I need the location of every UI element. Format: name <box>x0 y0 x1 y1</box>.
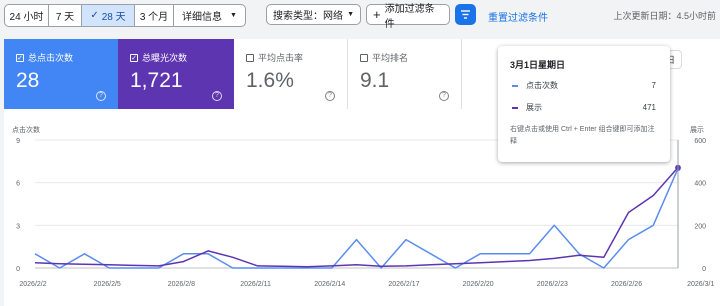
y-tick-right: 400 <box>694 181 706 188</box>
card-value: 1.6% <box>246 69 294 92</box>
chart-tooltip: 3月1日星期日 点击次数 7 展示 471 右键点击或使用 Ctrl + Ent… <box>498 46 670 162</box>
clicks-swatch <box>512 84 518 87</box>
y-axis-label-left: 点击次数 <box>12 125 40 134</box>
x-tick-label: 2026/2/26 <box>611 281 642 288</box>
x-tick-label: 2026/3/1 <box>687 281 714 288</box>
add-filter-button[interactable]: + 添加过滤条件 <box>366 4 450 30</box>
y-tick-left: 3 <box>16 223 20 230</box>
help-icon[interactable]: ? <box>212 91 222 101</box>
y-tick-left: 0 <box>16 266 20 273</box>
tooltip-row-impressions: 展示 471 <box>512 102 656 113</box>
checkbox-icon[interactable] <box>246 53 254 62</box>
range-28d[interactable]: ✓ 28 天 <box>82 5 135 26</box>
x-tick-label: 2026/2/17 <box>388 281 419 288</box>
y-tick-right: 600 <box>694 138 706 145</box>
range-7d[interactable]: 7 天 <box>49 5 82 26</box>
help-icon[interactable]: ? <box>96 91 106 101</box>
x-tick-label: 2026/2/14 <box>314 281 345 288</box>
reset-filter-link[interactable]: 重置过滤条件 <box>488 9 548 24</box>
tooltip-hint: 右键点击或使用 Ctrl + Enter 组合键即可添加注释 <box>510 126 655 145</box>
details-label: 详细信息 <box>182 12 223 23</box>
card-total-impressions[interactable]: ✓ 总曝光次数 1,721 ? <box>118 39 234 109</box>
range-24h[interactable]: 24 小时 <box>5 5 49 26</box>
tooltip-row-clicks: 点击次数 7 <box>512 80 656 91</box>
tooltip-value: 7 <box>651 81 656 90</box>
checkbox-icon[interactable] <box>360 53 368 62</box>
card-avg-ctr[interactable]: 平均点击率 1.6% ? <box>234 39 348 109</box>
x-tick-label: 2026/2/23 <box>537 281 568 288</box>
card-label: ✓ 总曝光次数 <box>130 51 187 64</box>
card-label: 平均排名 <box>360 51 408 64</box>
x-tick-label: 2026/2/5 <box>94 281 121 288</box>
y-tick-left: 9 <box>16 138 20 145</box>
range-3m[interactable]: 3 个月 <box>135 5 174 26</box>
x-tick-label: 2026/2/8 <box>168 281 195 288</box>
card-label-text: 平均点击率 <box>258 53 304 63</box>
tooltip-label: 点击次数 <box>526 81 558 90</box>
help-icon[interactable]: ? <box>439 91 449 101</box>
card-value: 28 <box>16 69 40 92</box>
card-label: 平均点击率 <box>246 51 303 64</box>
check-icon: ✓ <box>90 10 99 21</box>
help-icon[interactable]: ? <box>325 91 335 101</box>
card-total-clicks[interactable]: ✓ 总点击次数 28 ? <box>4 39 118 109</box>
card-value: 9.1 <box>360 69 390 92</box>
series-markers <box>675 140 681 268</box>
x-tick-label: 2026/2/2 <box>19 281 46 288</box>
y-tick-left: 6 <box>16 181 20 188</box>
card-label: ✓ 总点击次数 <box>16 51 73 64</box>
x-tick-label: 2026/2/11 <box>240 281 271 288</box>
details-dropdown[interactable]: 详细信息 ▼ <box>174 5 245 26</box>
card-avg-position[interactable]: 平均排名 9.1 ? <box>348 39 462 109</box>
y-axis-label-right: 展示 <box>690 126 704 134</box>
plus-icon: + <box>373 7 381 22</box>
card-label-text: 总点击次数 <box>28 53 74 63</box>
filter-icon[interactable] <box>455 4 476 25</box>
dropdown-arrow-icon: ▼ <box>347 11 354 18</box>
search-type-label: 搜索类型：网络 <box>273 11 343 22</box>
tooltip-date: 3月1日星期日 <box>510 60 566 70</box>
card-value: 1,721 <box>130 69 183 92</box>
last-updated-text: 上次更新日期：4.5小时前 <box>613 11 716 21</box>
clicks-line <box>34 168 679 269</box>
card-label-text: 总曝光次数 <box>142 53 188 63</box>
checkbox-icon[interactable]: ✓ <box>130 53 138 62</box>
dropdown-arrow-icon: ▼ <box>230 12 237 19</box>
card-label-text: 平均排名 <box>372 53 409 63</box>
impressions-swatch <box>512 106 518 109</box>
search-type-button[interactable]: 搜索类型：网络 ▼ <box>266 4 361 25</box>
x-ticks: 2026/2/2 2026/2/5 2026/2/8 2026/2/11 2026/2/… <box>19 281 714 288</box>
date-range-selector: 24 小时 7 天 ✓ 28 天 3 个月 详细信息 ▼ <box>4 4 246 27</box>
range-28d-label: 28 天 <box>101 12 126 23</box>
x-tick-label: 2026/2/20 <box>463 281 494 288</box>
add-filter-label: 添加过滤条件 <box>384 3 435 30</box>
y-tick-right: 200 <box>694 223 706 230</box>
tooltip-label: 展示 <box>526 103 542 112</box>
tooltip-value: 471 <box>642 103 656 112</box>
checkbox-icon[interactable]: ✓ <box>16 53 24 62</box>
y-tick-right: 0 <box>702 266 706 273</box>
